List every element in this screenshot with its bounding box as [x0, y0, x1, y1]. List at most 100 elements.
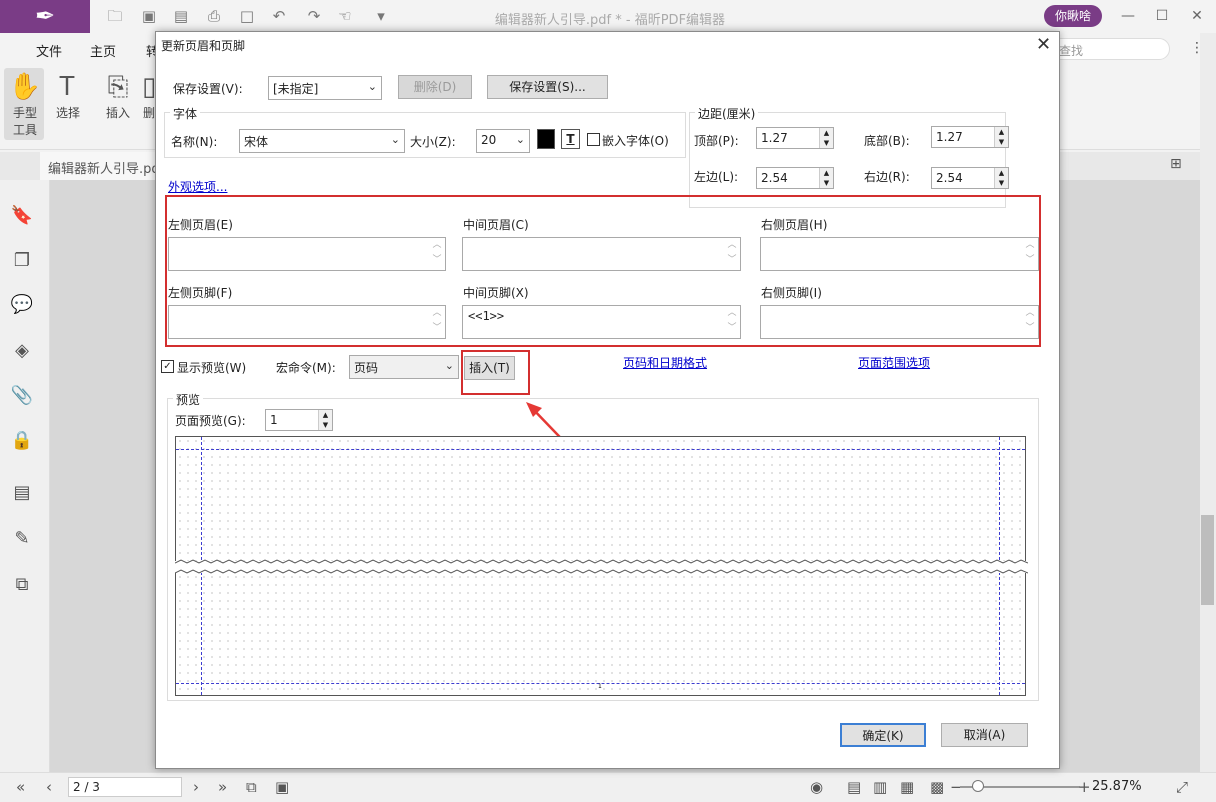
hand-tool-icon[interactable]: ☜ — [336, 7, 354, 25]
font-size-select[interactable]: 20 ⌄ — [476, 129, 530, 153]
macro-select[interactable]: 页码 ⌄ — [349, 355, 459, 379]
margin-group-title: 边距(厘米) — [695, 105, 759, 122]
right-header-textarea[interactable]: ︿ ﹀ — [760, 237, 1039, 271]
embed-font-checkbox[interactable] — [587, 133, 600, 146]
spin-up-icon[interactable]: ▲ — [318, 410, 332, 420]
select-icon: Ꭲ — [60, 72, 76, 102]
top-margin-spinner[interactable]: 1.27 ▲ ▼ — [756, 127, 834, 149]
spin-down-icon[interactable]: ▼ — [318, 420, 332, 430]
page-range-options-link[interactable]: 页面范围选项 — [858, 354, 930, 371]
zoom-slider-knob[interactable] — [972, 780, 984, 792]
textarea-scroll-icon[interactable]: ︿ ﹀ — [429, 306, 445, 338]
new-doc-icon[interactable]: □ — [238, 7, 256, 25]
delete-tool-button[interactable]: ▯ 删 — [142, 70, 156, 121]
undo-icon[interactable]: ↶ — [270, 7, 288, 25]
insert-macro-button[interactable]: 插入(T) — [464, 356, 515, 380]
delete-settings-button[interactable]: 删除(D) — [398, 75, 472, 99]
menu-file[interactable]: 文件 — [36, 41, 62, 60]
first-page-icon[interactable]: « — [16, 778, 25, 796]
appearance-options-link[interactable]: 外观选项... — [168, 178, 227, 195]
textarea-scroll-icon[interactable]: ︿ ﹀ — [1022, 238, 1038, 270]
textarea-scroll-icon[interactable]: ︿ ﹀ — [724, 306, 740, 338]
spin-up-icon[interactable]: ▲ — [819, 168, 833, 178]
center-header-textarea[interactable]: ︿ ﹀ — [462, 237, 741, 271]
save-settings-select[interactable]: [未指定] ⌄ — [268, 76, 382, 100]
menu-home[interactable]: 主页 — [90, 41, 116, 60]
form-icon[interactable]: ▤ — [10, 482, 34, 506]
spin-up-icon[interactable]: ▲ — [994, 127, 1008, 137]
save-as-icon[interactable]: ▤ — [172, 7, 190, 25]
last-page-icon[interactable]: » — [218, 778, 227, 796]
zoom-in-icon[interactable]: + — [1078, 778, 1091, 796]
show-preview-checkbox[interactable]: ✓ — [161, 360, 174, 373]
spin-down-icon[interactable]: ▼ — [994, 137, 1008, 147]
left-header-textarea[interactable]: ︿ ﹀ — [168, 237, 446, 271]
bottom-margin-spinner[interactable]: 1.27 ▲ ▼ — [931, 126, 1009, 148]
print-icon[interactable]: ⎙ — [205, 7, 223, 25]
spin-down-icon[interactable]: ▼ — [819, 138, 833, 148]
customize-icon[interactable]: ▾ — [372, 7, 390, 25]
attachment-icon[interactable]: 📎 — [10, 385, 34, 409]
save-icon[interactable]: ▣ — [140, 7, 158, 25]
ok-button[interactable]: 确定(K) — [840, 723, 926, 747]
chevron-down-icon: ⌄ — [390, 133, 400, 146]
two-page-continuous-icon[interactable]: ▩ — [930, 778, 944, 796]
scroll-thumb[interactable] — [1201, 515, 1214, 605]
font-name-select[interactable]: 宋体 ⌄ — [239, 129, 405, 153]
maximize-icon[interactable]: ☐ — [1152, 6, 1172, 26]
redo-icon[interactable]: ↷ — [305, 7, 323, 25]
save-settings-button[interactable]: 保存设置(S)... — [487, 75, 608, 99]
bookmark-icon[interactable]: 🔖 — [10, 205, 34, 229]
center-footer-label: 中间页脚(X) — [463, 286, 529, 300]
open-icon[interactable]: 🗀 — [106, 7, 124, 25]
single-page-icon[interactable]: ▤ — [847, 778, 861, 796]
center-footer-textarea[interactable]: <<1>> ︿ ﹀ — [462, 305, 741, 339]
spin-up-icon[interactable]: ▲ — [994, 168, 1008, 178]
textarea-scroll-icon[interactable]: ︿ ﹀ — [429, 238, 445, 270]
hand-tool-button[interactable]: ✋ 手型 工具 — [6, 70, 44, 138]
pages-icon[interactable]: ❐ — [10, 250, 34, 274]
window-title: 编辑器新人引导.pdf * - 福昕PDF编辑器 — [494, 13, 726, 28]
dialog-close-icon[interactable]: ✕ — [1036, 34, 1051, 55]
insert-icon: ⎘ — [107, 72, 129, 102]
fit-page-icon[interactable]: ⤢ — [1176, 778, 1188, 796]
spin-down-icon[interactable]: ▼ — [819, 178, 833, 188]
compare-icon[interactable]: ⧉ — [10, 574, 34, 598]
prev-page-icon[interactable]: ‹ — [46, 778, 52, 796]
two-page-icon[interactable]: ▦ — [900, 778, 914, 796]
minimize-icon[interactable]: — — [1118, 6, 1138, 26]
zoom-level[interactable]: 25.87% — [1092, 779, 1142, 794]
textarea-scroll-icon[interactable]: ︿ ﹀ — [724, 238, 740, 270]
underline-button[interactable]: T — [561, 129, 580, 149]
signature-icon[interactable]: ✎ — [10, 528, 34, 552]
search-input[interactable]: 查找 — [1050, 38, 1170, 60]
select-tool-button[interactable]: Ꭲ 选择 — [50, 70, 86, 121]
layers-icon[interactable]: ◈ — [10, 340, 34, 364]
right-scrollbar[interactable] — [1200, 33, 1216, 772]
user-badge[interactable]: 你瞅啥 — [1044, 5, 1102, 27]
comment-icon[interactable]: 💬 — [10, 294, 34, 318]
copy-page-icon[interactable]: ⧉ — [246, 778, 257, 796]
next-page-icon[interactable]: › — [193, 778, 199, 796]
textarea-scroll-icon[interactable]: ︿ ﹀ — [1022, 306, 1038, 338]
text-color-swatch[interactable] — [537, 129, 555, 149]
continuous-icon[interactable]: ▥ — [873, 778, 887, 796]
cancel-button[interactable]: 取消(A) — [941, 723, 1028, 747]
right-footer-textarea[interactable]: ︿ ﹀ — [760, 305, 1039, 339]
left-margin-spinner[interactable]: 2.54 ▲ ▼ — [756, 167, 834, 189]
insert-tool-button[interactable]: ⎘ 插入 — [100, 70, 136, 121]
page-preview-spinner[interactable]: 1 ▲ ▼ — [265, 409, 333, 431]
left-footer-textarea[interactable]: ︿ ﹀ — [168, 305, 446, 339]
close-window-icon[interactable]: ✕ — [1187, 6, 1207, 26]
page-date-format-link[interactable]: 页码和日期格式 — [623, 354, 707, 371]
view-mode-icon[interactable]: ◉ — [810, 778, 823, 796]
right-margin-spinner[interactable]: 2.54 ▲ ▼ — [931, 167, 1009, 189]
security-icon[interactable]: 🔒 — [10, 430, 34, 454]
font-name-label: 名称(N): — [171, 135, 218, 149]
spin-down-icon[interactable]: ▼ — [994, 178, 1008, 188]
page-number-input[interactable]: 2 / 3 — [68, 777, 182, 797]
grid-view-icon[interactable]: ⊞ — [1170, 156, 1182, 172]
layout-icon[interactable]: ▣ — [275, 778, 289, 796]
spin-up-icon[interactable]: ▲ — [819, 128, 833, 138]
preview-footer-page-number: 1 — [598, 683, 602, 690]
